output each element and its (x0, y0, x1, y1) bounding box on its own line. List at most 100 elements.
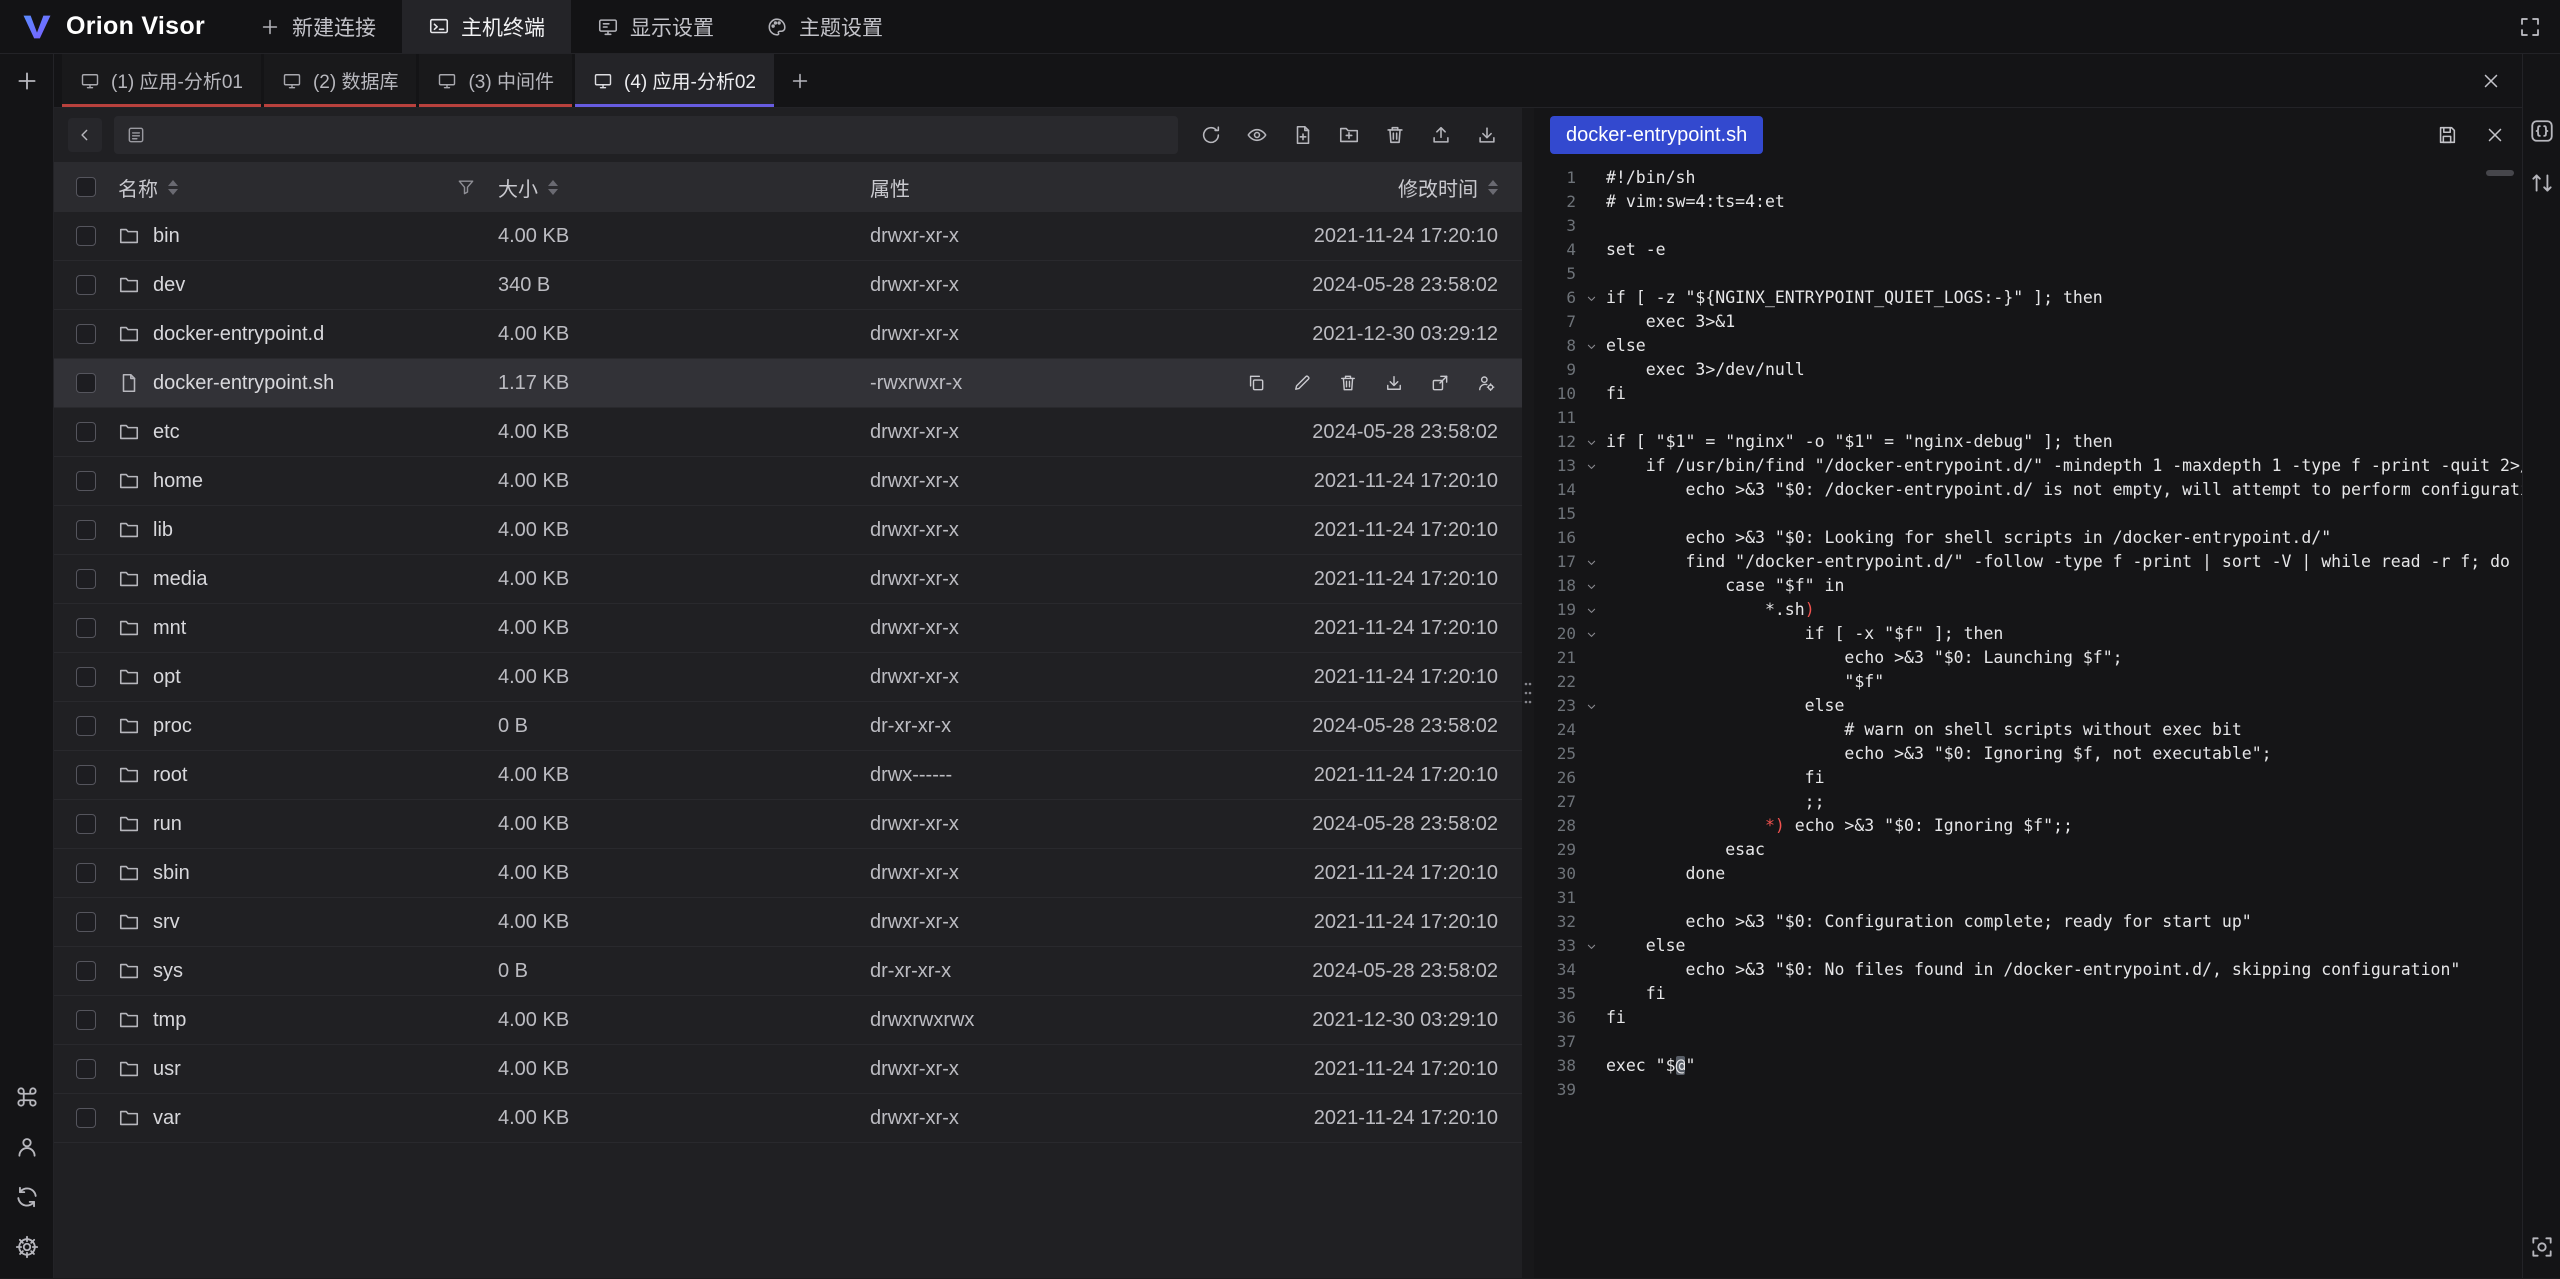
code-line[interactable]: 32 echo >&3 "$0: Configuration complete;… (1534, 910, 2522, 934)
session-tab[interactable]: (4) 应用-分析02 (575, 54, 774, 107)
code-line[interactable]: 38exec "$@" (1534, 1054, 2522, 1078)
refresh-icon[interactable] (1200, 124, 1222, 146)
code-line[interactable]: 34 echo >&3 "$0: No files found in /dock… (1534, 958, 2522, 982)
fold-chevron-icon[interactable] (1576, 934, 1606, 958)
row-checkbox[interactable] (76, 618, 96, 638)
table-row[interactable]: sys0 Bdr-xr-xr-x2024-05-28 23:58:02 (54, 947, 1522, 996)
code-line[interactable]: 18 case "$f" in (1534, 574, 2522, 598)
menu-item[interactable]: 显示设置 (571, 0, 740, 53)
code-line[interactable]: 31 (1534, 886, 2522, 910)
file-name[interactable]: var (153, 1107, 181, 1130)
sort-icon[interactable] (548, 180, 558, 195)
table-row[interactable]: bin4.00 KBdrwxr-xr-x2021-11-24 17:20:10 (54, 212, 1522, 261)
table-row[interactable]: media4.00 KBdrwxr-xr-x2021-11-24 17:20:1… (54, 555, 1522, 604)
file-name[interactable]: bin (153, 225, 180, 248)
file-name[interactable]: proc (153, 715, 192, 738)
code-line[interactable]: 22 "$f" (1534, 670, 2522, 694)
action-copy-icon[interactable] (1246, 373, 1266, 393)
code-line[interactable]: 11 (1534, 406, 2522, 430)
command-icon[interactable] (14, 1084, 40, 1110)
table-row[interactable]: run4.00 KBdrwxr-xr-x2024-05-28 23:58:02 (54, 800, 1522, 849)
file-name[interactable]: mnt (153, 617, 186, 640)
plus-icon[interactable] (14, 68, 40, 94)
code-line[interactable]: 39 (1534, 1078, 2522, 1102)
row-checkbox[interactable] (76, 275, 96, 295)
row-checkbox[interactable] (76, 520, 96, 540)
fold-chevron-icon[interactable] (1576, 622, 1606, 646)
code-line[interactable]: 15 (1534, 502, 2522, 526)
code-line[interactable]: 29 esac (1534, 838, 2522, 862)
table-row[interactable]: sbin4.00 KBdrwxr-xr-x2021-11-24 17:20:10 (54, 849, 1522, 898)
code-editor[interactable]: 1#!/bin/sh2# vim:sw=4:ts=4:et34set -e56i… (1534, 162, 2522, 1278)
file-name[interactable]: docker-entrypoint.sh (153, 372, 334, 395)
file-name[interactable]: dev (153, 274, 185, 297)
file-name[interactable]: srv (153, 911, 180, 934)
fullscreen-icon[interactable] (2518, 15, 2542, 39)
table-row[interactable]: home4.00 KBdrwxr-xr-x2021-11-24 17:20:10 (54, 457, 1522, 506)
panel-splitter[interactable] (1522, 108, 1534, 1278)
code-line[interactable]: 36fi (1534, 1006, 2522, 1030)
session-tab[interactable]: (3) 中间件 (419, 54, 572, 107)
row-checkbox[interactable] (76, 912, 96, 932)
folder-plus-icon[interactable] (1338, 124, 1360, 146)
code-line[interactable]: 28 *) echo >&3 "$0: Ignoring $f";; (1534, 814, 2522, 838)
fold-chevron-icon[interactable] (1576, 430, 1606, 454)
file-name[interactable]: root (153, 764, 187, 787)
column-header-name[interactable]: 名称 (118, 173, 498, 202)
code-line[interactable]: 9 exec 3>/dev/null (1534, 358, 2522, 382)
action-edit-icon[interactable] (1292, 373, 1312, 393)
file-name[interactable]: usr (153, 1058, 181, 1081)
menu-item[interactable]: 主机终端 (402, 0, 571, 53)
file-name[interactable]: tmp (153, 1009, 186, 1032)
table-row[interactable]: lib4.00 KBdrwxr-xr-x2021-11-24 17:20:10 (54, 506, 1522, 555)
row-checkbox[interactable] (76, 1059, 96, 1079)
code-line[interactable]: 6if [ -z "${NGINX_ENTRYPOINT_QUIET_LOGS:… (1534, 286, 2522, 310)
table-row[interactable]: etc4.00 KBdrwxr-xr-x2024-05-28 23:58:02 (54, 408, 1522, 457)
row-checkbox[interactable] (76, 667, 96, 687)
editor-file-tab[interactable]: docker-entrypoint.sh (1550, 116, 1763, 154)
fold-chevron-icon[interactable] (1576, 694, 1606, 718)
code-line[interactable]: 20 if [ -x "$f" ]; then (1534, 622, 2522, 646)
close-icon[interactable] (2484, 124, 2506, 146)
menu-item[interactable]: 新建连接 (233, 0, 402, 53)
settings-icon[interactable] (14, 1234, 40, 1260)
code-line[interactable]: 13 if /usr/bin/find "/docker-entrypoint.… (1534, 454, 2522, 478)
table-row[interactable]: proc0 Bdr-xr-xr-x2024-05-28 23:58:02 (54, 702, 1522, 751)
filter-icon[interactable] (456, 177, 476, 197)
row-checkbox[interactable] (76, 814, 96, 834)
file-name[interactable]: opt (153, 666, 181, 689)
code-line[interactable]: 26 fi (1534, 766, 2522, 790)
back-button[interactable] (68, 118, 102, 152)
fold-chevron-icon[interactable] (1576, 286, 1606, 310)
row-checkbox[interactable] (76, 961, 96, 981)
table-row[interactable]: docker-entrypoint.d4.00 KBdrwxr-xr-x2021… (54, 310, 1522, 359)
code-line[interactable]: 24 # warn on shell scripts without exec … (1534, 718, 2522, 742)
path-input[interactable] (156, 124, 1166, 146)
table-row[interactable]: srv4.00 KBdrwxr-xr-x2021-11-24 17:20:10 (54, 898, 1522, 947)
action-download-icon[interactable] (1384, 373, 1404, 393)
menu-item[interactable]: 主题设置 (740, 0, 909, 53)
file-name[interactable]: media (153, 568, 207, 591)
table-row[interactable]: dev340 Bdrwxr-xr-x2024-05-28 23:58:02 (54, 261, 1522, 310)
code-line[interactable]: 8else (1534, 334, 2522, 358)
file-name[interactable]: run (153, 813, 182, 836)
eye-icon[interactable] (1246, 124, 1268, 146)
upload-icon[interactable] (1430, 124, 1452, 146)
code-line[interactable]: 23 else (1534, 694, 2522, 718)
action-permission-icon[interactable] (1476, 373, 1496, 393)
code-line[interactable]: 7 exec 3>&1 (1534, 310, 2522, 334)
row-checkbox[interactable] (76, 324, 96, 344)
code-line[interactable]: 25 echo >&3 "$0: Ignoring $f, not execut… (1534, 742, 2522, 766)
file-name[interactable]: docker-entrypoint.d (153, 323, 324, 346)
close-all-tabs-button[interactable] (2480, 70, 2522, 92)
file-plus-icon[interactable] (1292, 124, 1314, 146)
file-name[interactable]: lib (153, 519, 173, 542)
file-name[interactable]: sys (153, 960, 183, 983)
code-line[interactable]: 5 (1534, 262, 2522, 286)
code-line[interactable]: 1#!/bin/sh (1534, 166, 2522, 190)
table-row[interactable]: root4.00 KBdrwx------2021-11-24 17:20:10 (54, 751, 1522, 800)
action-move-icon[interactable] (1430, 373, 1450, 393)
user-icon[interactable] (14, 1134, 40, 1160)
column-header-size[interactable]: 大小 (498, 173, 870, 202)
file-name[interactable]: home (153, 470, 203, 493)
